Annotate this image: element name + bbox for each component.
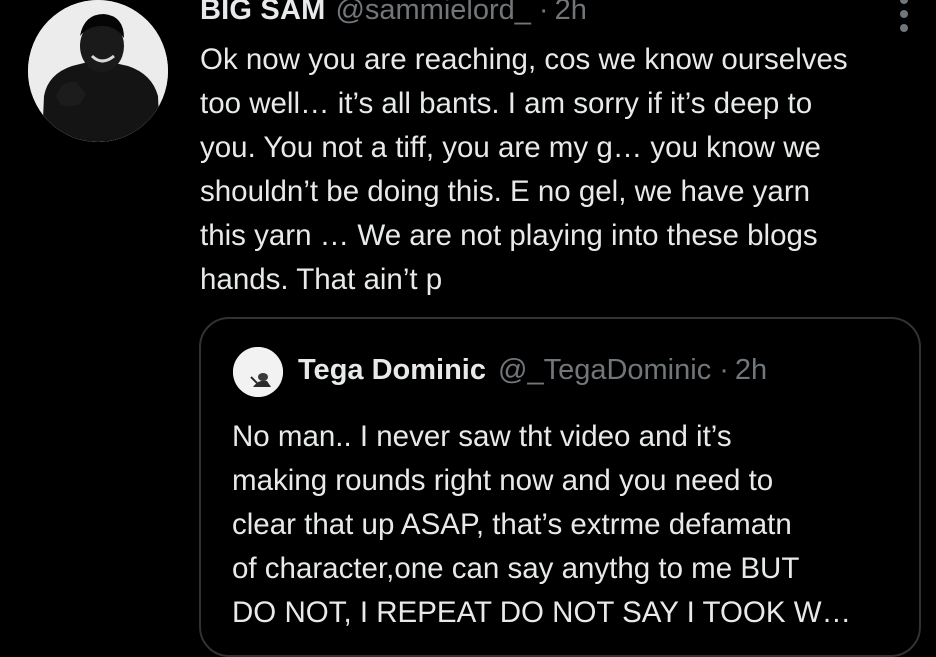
quoted-tweet-header: Tega Dominic @_TegaDominic · 2h (298, 354, 767, 387)
quoted-author-display-name: Tega Dominic (298, 354, 486, 386)
tweet-header: BIG SAM @sammielord_ · 2h (200, 0, 587, 34)
tweet-body-line: hands. That ain’t p (200, 263, 443, 296)
more-dot (900, 10, 908, 18)
tweet-body: Ok now you are reaching, cos we know our… (200, 38, 930, 302)
author-display-name[interactable]: BIG SAM (200, 0, 325, 27)
quoted-body-line: making rounds right now and you need to (232, 464, 774, 497)
quoted-tweet-timestamp: 2h (734, 354, 768, 386)
quoted-author-handle: @_TegaDominic (498, 354, 712, 386)
author-handle[interactable]: @sammielord_ (335, 0, 530, 27)
tweet-timestamp[interactable]: 2h (555, 0, 587, 27)
more-dot (900, 0, 908, 4)
more-dot (900, 24, 908, 32)
author-avatar[interactable] (28, 0, 168, 142)
tweet-body-line: you. You not a tiff, you are my g… you k… (200, 131, 821, 164)
tweet-body-line: shouldn’t be doing this. E no gel, we ha… (200, 175, 811, 208)
tweet[interactable]: BIG SAM @sammielord_ · 2h Ok now you are… (0, 0, 936, 657)
quoted-header-separator: · (719, 354, 729, 386)
more-vertical-icon[interactable] (886, 0, 922, 34)
quoted-tweet-body: No man.. I never saw tht video and it’s … (232, 415, 912, 635)
quoted-body-line: DO NOT, I REPEAT DO NOT SAY I TOOK W… (232, 596, 852, 629)
header-separator: · (538, 0, 549, 26)
quoted-tweet-card[interactable]: Tega Dominic @_TegaDominic · 2h No man..… (199, 317, 921, 657)
quoted-body-line: No man.. I never saw tht video and it’s (232, 420, 732, 453)
tweet-body-line: Ok now you are reaching, cos we know our… (200, 43, 848, 76)
tweet-body-line: this yarn … We are not playing into thes… (200, 219, 818, 252)
tweet-body-line: too well… it’s all bants. I am sorry if … (200, 87, 813, 120)
quoted-body-line: of character,one can say anythg to me BU… (232, 552, 800, 585)
quoted-body-line: clear that up ASAP, that’s extrme defama… (232, 508, 792, 541)
quoted-author-avatar (233, 347, 283, 397)
